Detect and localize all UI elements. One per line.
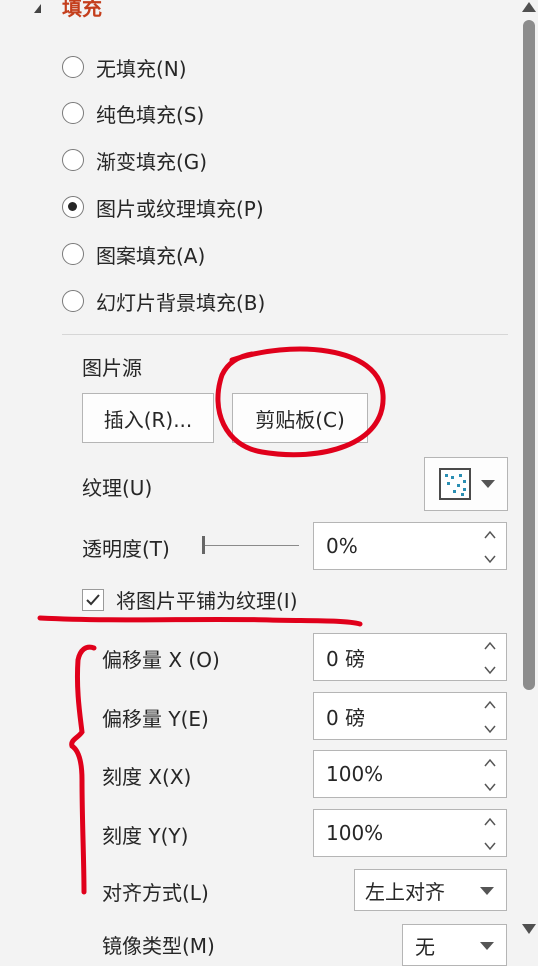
annotation-overlay <box>37 346 386 895</box>
annotation-circle <box>215 346 386 458</box>
annotation-bracket <box>69 644 97 895</box>
annotation-underline <box>37 615 363 627</box>
